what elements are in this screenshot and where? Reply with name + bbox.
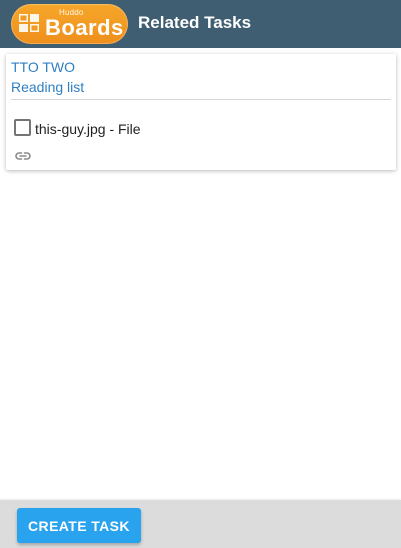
create-task-button[interactable]: CREATE TASK (17, 508, 141, 543)
header-bar: Huddo Boards Related Tasks (0, 0, 401, 48)
related-tasks-app: Huddo Boards Related Tasks TTO TWO Readi… (0, 0, 401, 548)
task-card: TTO TWO Reading list this-guy.jpg - File (6, 54, 396, 170)
attachment-label: this-guy.jpg - File (35, 121, 141, 137)
logo-big-text: Boards (45, 15, 124, 40)
task-name-link[interactable]: TTO TWO (11, 59, 75, 75)
list-name-link[interactable]: Reading list (11, 79, 84, 95)
page-title: Related Tasks (138, 13, 252, 32)
huddo-boards-logo: Huddo Boards (11, 4, 128, 44)
boards-grid-icon (19, 14, 39, 32)
attachment-checkbox[interactable] (14, 119, 31, 136)
footer-bar: CREATE TASK (0, 500, 401, 548)
card-divider (11, 99, 391, 100)
link-icon[interactable] (15, 151, 31, 161)
